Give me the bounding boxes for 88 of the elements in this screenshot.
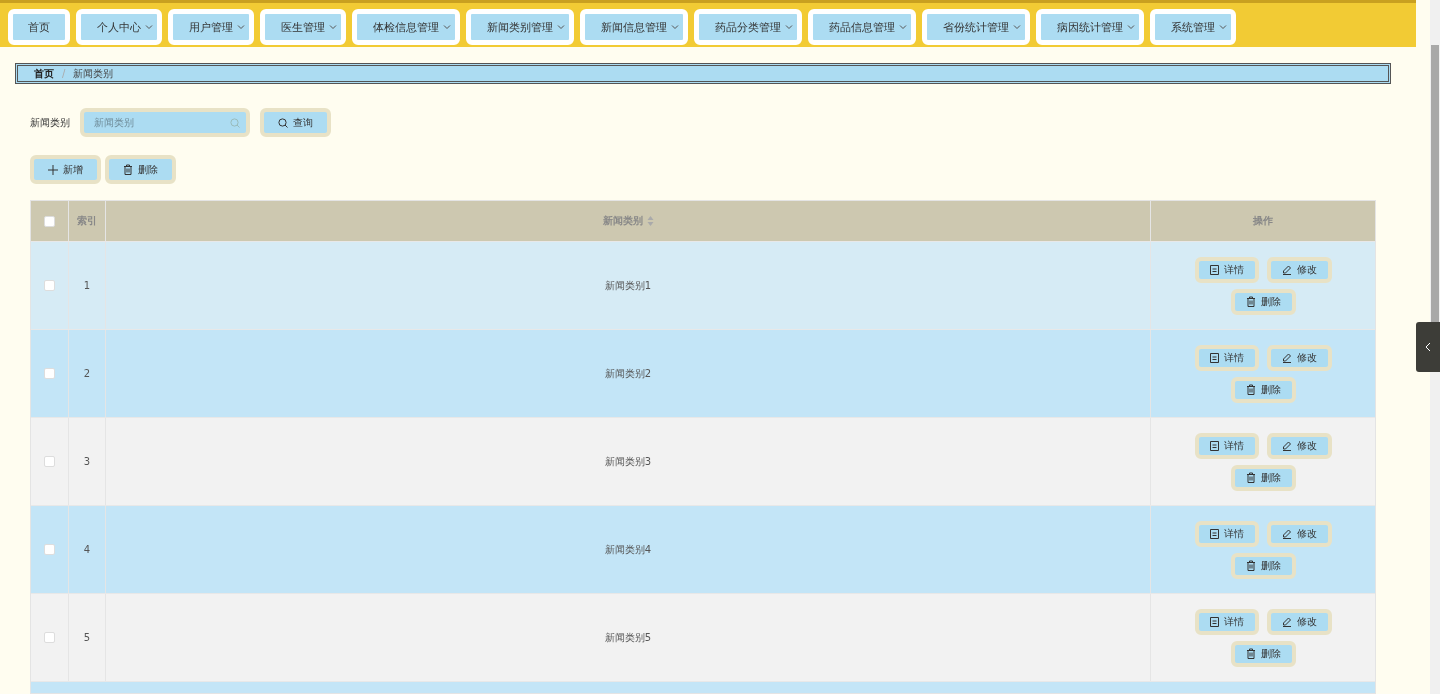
sort-icon[interactable] xyxy=(646,216,654,226)
detail-button[interactable]: 详情 xyxy=(1194,432,1259,459)
nav-menu-item[interactable]: 系统管理 xyxy=(1150,9,1236,45)
table-cell: 1 xyxy=(69,242,106,329)
detail-button[interactable]: 详情 xyxy=(1194,608,1259,635)
delete-button[interactable]: 删除 xyxy=(1230,376,1296,403)
breadcrumb-separator: / xyxy=(62,68,66,79)
scrollbar[interactable] xyxy=(1430,0,1440,694)
search-label: 新闻类别 xyxy=(30,115,70,130)
pencil-icon xyxy=(1281,352,1292,363)
row-checkbox[interactable] xyxy=(44,368,55,379)
caret-icon xyxy=(329,23,337,31)
table-cell: 2 xyxy=(69,330,106,417)
table-cell: 3 xyxy=(69,418,106,505)
edit-button[interactable]: 修改 xyxy=(1266,256,1332,283)
detail-button[interactable]: 详情 xyxy=(1194,344,1259,371)
search-icon xyxy=(230,118,240,128)
caret-icon xyxy=(1127,23,1135,31)
document-icon xyxy=(1209,264,1219,275)
row-checkbox[interactable] xyxy=(44,544,55,555)
document-icon xyxy=(1209,616,1219,627)
edit-button[interactable]: 修改 xyxy=(1266,432,1332,459)
pencil-icon xyxy=(1281,440,1292,451)
caret-icon xyxy=(1013,23,1021,31)
collapse-button[interactable] xyxy=(1416,322,1440,372)
row-checkbox[interactable] xyxy=(44,456,55,467)
trash-icon xyxy=(1245,296,1256,307)
nav-menu-item[interactable]: 新闻信息管理 xyxy=(580,9,688,45)
edit-button[interactable]: 修改 xyxy=(1266,520,1332,547)
trash-icon xyxy=(1245,560,1256,571)
table-cell: 新闻类别5 xyxy=(106,594,1151,681)
nav-menu-item[interactable]: 个人中心 xyxy=(76,9,162,45)
caret-icon xyxy=(237,23,245,31)
table-cell: 5 xyxy=(69,594,106,681)
breadcrumb-current: 新闻类别 xyxy=(73,66,114,81)
delete-button[interactable]: 删除 xyxy=(1230,288,1296,315)
plus-icon xyxy=(48,164,58,175)
trash-icon xyxy=(123,164,133,175)
header-cell: 索引 xyxy=(69,201,106,241)
delete-button[interactable]: 删除 xyxy=(1230,464,1296,491)
detail-button[interactable]: 详情 xyxy=(1194,520,1259,547)
nav-menu-item[interactable]: 新闻类别管理 xyxy=(466,9,574,45)
caret-icon xyxy=(557,23,565,31)
pencil-icon xyxy=(1281,264,1292,275)
chevron-left-icon xyxy=(1425,342,1431,352)
edit-button[interactable]: 修改 xyxy=(1266,608,1332,635)
delete-button[interactable]: 删除 xyxy=(105,155,176,184)
search-icon xyxy=(278,117,288,128)
nav-menu-item[interactable]: 病因统计管理 xyxy=(1036,9,1144,45)
table-cell: 新闻类别3 xyxy=(106,418,1151,505)
breadcrumb-link[interactable]: 首页 xyxy=(34,66,54,81)
search-button[interactable]: 查询 xyxy=(260,108,331,137)
delete-button[interactable]: 删除 xyxy=(1230,552,1296,579)
table-cell: 新闻类别2 xyxy=(106,330,1151,417)
pencil-icon xyxy=(1281,528,1292,539)
table-cell: 新闻类别1 xyxy=(106,242,1151,329)
nav-menu-item[interactable]: 省份统计管理 xyxy=(922,9,1030,45)
document-icon xyxy=(1209,528,1219,539)
select-all-checkbox[interactable] xyxy=(44,215,55,227)
document-icon xyxy=(1209,352,1219,363)
pencil-icon xyxy=(1281,616,1292,627)
caret-icon xyxy=(785,23,793,31)
caret-icon xyxy=(671,23,679,31)
nav-menu-item[interactable]: 首页 xyxy=(8,9,70,45)
document-icon xyxy=(1209,440,1219,451)
header-cell: 新闻类别 xyxy=(106,201,1151,241)
trash-icon xyxy=(1245,384,1256,395)
delete-button[interactable]: 删除 xyxy=(1230,640,1296,667)
caret-icon xyxy=(443,23,451,31)
row-checkbox[interactable] xyxy=(44,632,55,643)
edit-button[interactable]: 修改 xyxy=(1266,344,1332,371)
table-cell: 4 xyxy=(69,506,106,593)
header-cell-text: 操作 xyxy=(1252,214,1274,228)
caret-icon xyxy=(899,23,907,31)
nav-menu-item[interactable]: 药品分类管理 xyxy=(694,9,802,45)
nav-menu-item[interactable]: 药品信息管理 xyxy=(808,9,916,45)
caret-icon xyxy=(145,23,153,31)
table-cell: 新闻类别4 xyxy=(106,506,1151,593)
caret-icon xyxy=(1219,23,1227,31)
nav-menu-item[interactable]: 体检信息管理 xyxy=(352,9,460,45)
nav-menu-item[interactable]: 用户管理 xyxy=(168,9,254,45)
trash-icon xyxy=(1245,648,1256,659)
search-field[interactable]: 新闻类别 xyxy=(80,108,250,137)
nav-menu-item[interactable]: 医生管理 xyxy=(260,9,346,45)
detail-button[interactable]: 详情 xyxy=(1194,256,1259,283)
trash-icon xyxy=(1245,472,1256,483)
row-checkbox[interactable] xyxy=(44,280,55,291)
add-button[interactable]: 新增 xyxy=(30,155,101,184)
